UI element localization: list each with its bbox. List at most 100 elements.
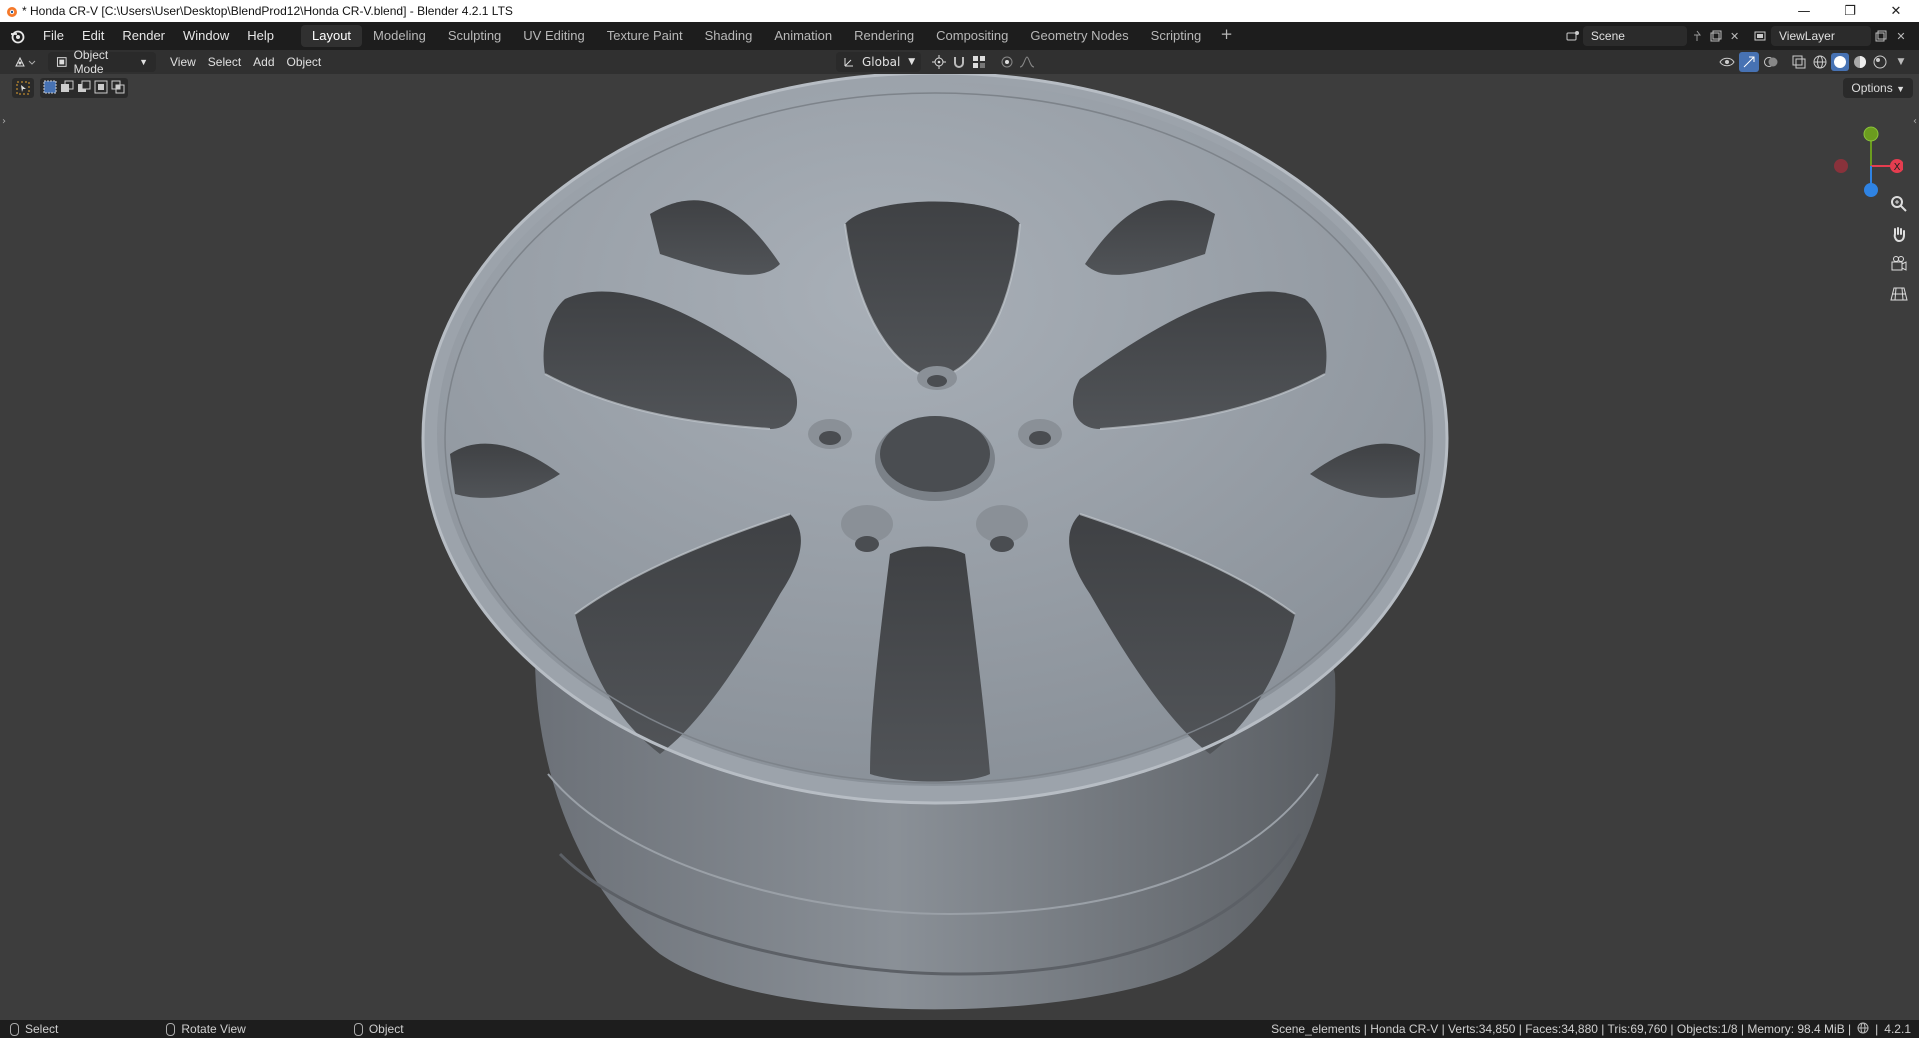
window-title: * Honda CR-V [C:\Users\User\Desktop\Blen… [22,4,513,18]
menu-view[interactable]: View [164,52,202,72]
camera-view-icon[interactable] [1887,252,1911,276]
3d-viewport[interactable]: Options ▼ › ‹ X [0,74,1919,1020]
status-hint-object: Object [353,1022,404,1036]
selection-mode-buttons [40,78,128,98]
wireframe-shading-icon[interactable] [1811,53,1829,71]
viewport-header: Object Mode ▼ View Select Add Object Glo… [0,48,1919,76]
proportional-edit-icon[interactable] [997,52,1017,72]
tab-uv-editing[interactable]: UV Editing [512,25,595,47]
menu-edit[interactable]: Edit [73,25,113,47]
toolbar-expand-icon[interactable]: › [2,116,6,127]
x-axis-label: X [1894,162,1901,173]
tab-scripting[interactable]: Scripting [1140,25,1213,47]
rendered-shading-icon[interactable] [1871,53,1889,71]
tool-settings-row [12,78,128,98]
tab-compositing[interactable]: Compositing [925,25,1019,47]
select-intersect-icon[interactable] [111,79,125,98]
wheel-model[interactable] [0,74,1919,1020]
view-layer-selector: ViewLayer ✕ [1751,25,1911,47]
new-view-layer-icon[interactable] [1871,26,1891,46]
scene-name-field[interactable]: Scene [1582,26,1688,46]
options-dropdown[interactable]: Options ▼ [1843,78,1913,98]
tab-layout[interactable]: Layout [301,25,363,47]
hint-label: Select [25,1022,59,1036]
solid-shading-icon[interactable] [1831,53,1849,71]
hint-label: Rotate View [181,1022,246,1036]
close-window-button[interactable]: ✕ [1873,0,1919,22]
xray-toggle-icon[interactable] [1789,52,1809,72]
top-bar: File Edit Render Window Help Layout Mode… [0,22,1919,50]
mouse-left-icon [10,1022,19,1036]
menu-file[interactable]: File [34,25,73,47]
minimize-button[interactable]: — [1781,0,1827,22]
blender-menu-icon[interactable] [0,22,34,50]
visibility-icon[interactable] [1717,52,1737,72]
tab-animation[interactable]: Animation [763,25,843,47]
stats-text: Scene_elements | Honda CR-V | Verts:34,8… [1271,1022,1852,1036]
select-tool-icon[interactable] [12,78,34,98]
sidebar-expand-icon[interactable]: ‹ [1913,116,1917,127]
object-mode-dropdown[interactable]: Object Mode ▼ [48,48,156,76]
status-bar: Select Rotate View Object Scene_elements… [0,1020,1919,1038]
menu-render[interactable]: Render [113,25,174,47]
orientation-icon [844,58,853,67]
version-separator: | [1875,1022,1879,1036]
orientation-label: Global [862,55,901,69]
maximize-button[interactable]: ❐ [1827,0,1873,22]
blender-logo-icon [0,0,22,22]
select-invert-icon[interactable] [94,79,108,98]
scene-selector: Scene ✕ [1564,25,1744,47]
material-preview-icon[interactable] [1851,53,1869,71]
hint-label: Object [368,1022,404,1036]
network-icon [1857,1022,1869,1037]
status-hint-rotate: Rotate View [166,1022,246,1036]
new-scene-icon[interactable] [1706,26,1725,46]
workspace-tabs: Layout Modeling Sculpting UV Editing Tex… [301,25,1241,47]
view-layer-browse-icon[interactable] [1751,26,1771,46]
options-label: Options [1851,81,1893,95]
object-mode-icon [56,57,67,67]
select-subtract-icon[interactable] [77,79,91,98]
chevron-down-icon: ▼ [139,57,148,67]
pin-icon[interactable] [1687,26,1706,46]
orientation-dropdown[interactable]: Global ▼ [836,52,922,72]
tab-sculpting[interactable]: Sculpting [437,25,512,47]
window-titlebar: * Honda CR-V [C:\Users\User\Desktop\Blen… [0,0,1919,22]
delete-scene-icon[interactable]: ✕ [1725,26,1744,46]
mouse-middle-icon [166,1022,176,1036]
menu-help[interactable]: Help [238,25,283,47]
viewport-display-tools: ▼ [1717,52,1911,72]
gizmo-toggle-icon[interactable] [1739,52,1759,72]
menu-object[interactable]: Object [281,52,328,72]
menu-select[interactable]: Select [202,52,247,72]
mode-label: Object Mode [73,48,109,76]
tab-texture-paint[interactable]: Texture Paint [596,25,694,47]
scene-browse-icon[interactable] [1564,26,1583,46]
navigation-buttons [1887,192,1911,306]
tab-modeling[interactable]: Modeling [362,25,437,47]
tab-geometry-nodes[interactable]: Geometry Nodes [1019,25,1139,47]
pivot-point-icon[interactable] [929,52,949,72]
snap-toggle-icon[interactable] [949,52,969,72]
select-new-icon[interactable] [43,79,57,98]
editor-type-icon[interactable] [8,52,42,72]
zoom-icon[interactable] [1887,192,1911,216]
delete-view-layer-icon[interactable]: ✕ [1891,26,1911,46]
add-workspace-icon[interactable]: + [1212,25,1241,47]
transform-tools: Global ▼ [836,52,1037,72]
menu-add[interactable]: Add [247,52,280,72]
scene-statistics: Scene_elements | Honda CR-V | Verts:34,8… [1271,1020,1911,1038]
pan-hand-icon[interactable] [1887,222,1911,246]
navigation-gizmo[interactable]: X [1831,118,1904,198]
select-extend-icon[interactable] [60,79,74,98]
menu-window[interactable]: Window [174,25,238,47]
overlays-toggle-icon[interactable] [1761,52,1781,72]
tab-shading[interactable]: Shading [694,25,764,47]
view-layer-name-field[interactable]: ViewLayer [1771,26,1871,46]
perspective-toggle-icon[interactable] [1887,282,1911,306]
tab-rendering[interactable]: Rendering [843,25,925,47]
snap-target-icon[interactable] [969,52,989,72]
mouse-right-icon [353,1022,363,1036]
shading-options-icon[interactable]: ▼ [1891,52,1911,72]
falloff-icon[interactable] [1017,52,1037,72]
